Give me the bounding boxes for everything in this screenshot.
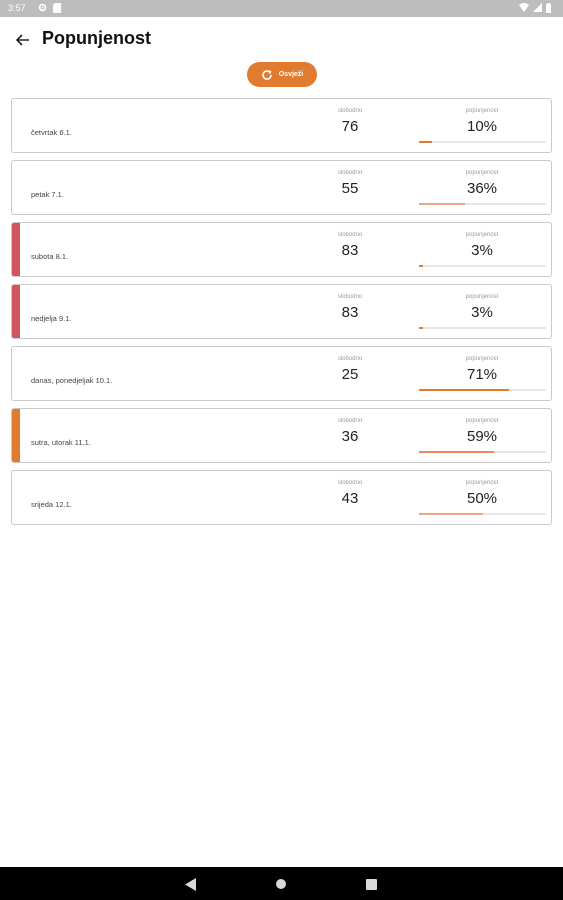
day-label: subota 8.1.: [31, 252, 69, 261]
page-title: Popunjenost: [42, 28, 151, 48]
free-label: slobodno: [337, 480, 363, 486]
back-triangle-icon[interactable]: [183, 876, 199, 892]
occupancy-value: 3%: [471, 304, 493, 321]
free-value: 83: [341, 304, 359, 321]
day-list: četvrtak 6.1. slobodno 76 popunjenost 10% pet…: [11, 98, 552, 532]
occupancy-bar-fill: [419, 265, 423, 267]
home-circle-icon[interactable]: [273, 876, 289, 892]
free-value: 76: [341, 118, 359, 135]
occupancy-bar-fill: [419, 451, 494, 453]
occupancy-bar-track: [419, 141, 546, 143]
occupancy-value: 10%: [466, 118, 498, 135]
free-label: slobodno: [337, 294, 363, 300]
battery-icon: [546, 3, 555, 13]
day-status-accent: [12, 409, 20, 462]
day-label: petak 7.1.: [31, 190, 64, 199]
occupancy-bar-track: [419, 203, 546, 205]
free-value: 55: [341, 180, 359, 197]
day-card[interactable]: srijeda 12.1. slobodno 43 popunjenost 50%: [11, 470, 552, 525]
arrow-left-icon: [16, 34, 29, 46]
day-card[interactable]: petak 7.1. slobodno 55 popunjenost 36%: [11, 160, 552, 215]
day-label: sutra, utorak 11.1.: [31, 438, 91, 447]
occupancy-bar-fill: [419, 513, 483, 515]
occupancy-bar-track: [419, 265, 546, 267]
signal-icon: [533, 3, 542, 13]
gear-icon: [38, 3, 47, 13]
day-card[interactable]: sutra, utorak 11.1. slobodno 36 popunjenost…: [11, 408, 552, 463]
occupancy-bar-fill: [419, 203, 465, 205]
free-value: 83: [341, 242, 359, 259]
occupancy-value: 71%: [466, 366, 498, 383]
occupancy-value: 50%: [466, 490, 498, 507]
free-label: slobodno: [337, 418, 363, 424]
free-value: 36: [341, 428, 359, 445]
status-time: 3:57: [8, 3, 26, 13]
occupancy-bar-fill: [419, 141, 432, 143]
day-label: nedjelja 9.1.: [31, 314, 72, 323]
refresh-icon: [261, 69, 273, 81]
sd-card-icon: [53, 3, 62, 13]
day-status-accent: [12, 285, 20, 338]
occupancy-bar-track: [419, 389, 546, 391]
free-label: slobodno: [337, 232, 363, 238]
back-button[interactable]: [12, 29, 34, 51]
status-bar: 3:57: [0, 0, 563, 17]
refresh-button-label: Osvježi: [278, 71, 304, 78]
occupancy-label: popunjenost: [465, 356, 499, 362]
occupancy-label: popunjenost: [465, 108, 499, 114]
occupancy-value: 59%: [466, 428, 498, 445]
occupancy-bar-fill: [419, 327, 423, 329]
day-label: četvrtak 6.1.: [31, 128, 72, 137]
occupancy-value: 36%: [466, 180, 498, 197]
occupancy-label: popunjenost: [465, 294, 499, 300]
occupancy-bar-track: [419, 327, 546, 329]
navigation-bar: [0, 867, 563, 900]
occupancy-label: popunjenost: [465, 480, 499, 486]
day-card[interactable]: subota 8.1. slobodno 83 popunjenost 3%: [11, 222, 552, 277]
day-label: srijeda 12.1.: [31, 500, 72, 509]
app-bar: Popunjenost: [0, 17, 563, 61]
free-label: slobodno: [337, 170, 363, 176]
day-card[interactable]: danas, ponedjeljak 10.1. slobodno 25 popunj…: [11, 346, 552, 401]
refresh-button[interactable]: Osvježi: [247, 62, 317, 87]
wifi-icon: [519, 3, 529, 13]
occupancy-bar-track: [419, 451, 546, 453]
occupancy-bar-fill: [419, 389, 510, 391]
occupancy-label: popunjenost: [465, 418, 499, 424]
free-label: slobodno: [337, 108, 363, 114]
occupancy-bar-track: [419, 513, 546, 515]
day-card[interactable]: četvrtak 6.1. slobodno 76 popunjenost 10%: [11, 98, 552, 153]
free-value: 43: [341, 490, 359, 507]
free-label: slobodno: [337, 356, 363, 362]
occupancy-value: 3%: [471, 242, 493, 259]
day-label: danas, ponedjeljak 10.1.: [31, 376, 113, 385]
occupancy-label: popunjenost: [465, 232, 499, 238]
occupancy-label: popunjenost: [465, 170, 499, 176]
day-status-accent: [12, 223, 20, 276]
recents-square-icon[interactable]: [363, 876, 379, 892]
free-value: 25: [341, 366, 359, 383]
day-card[interactable]: nedjelja 9.1. slobodno 83 popunjenost 3%: [11, 284, 552, 339]
